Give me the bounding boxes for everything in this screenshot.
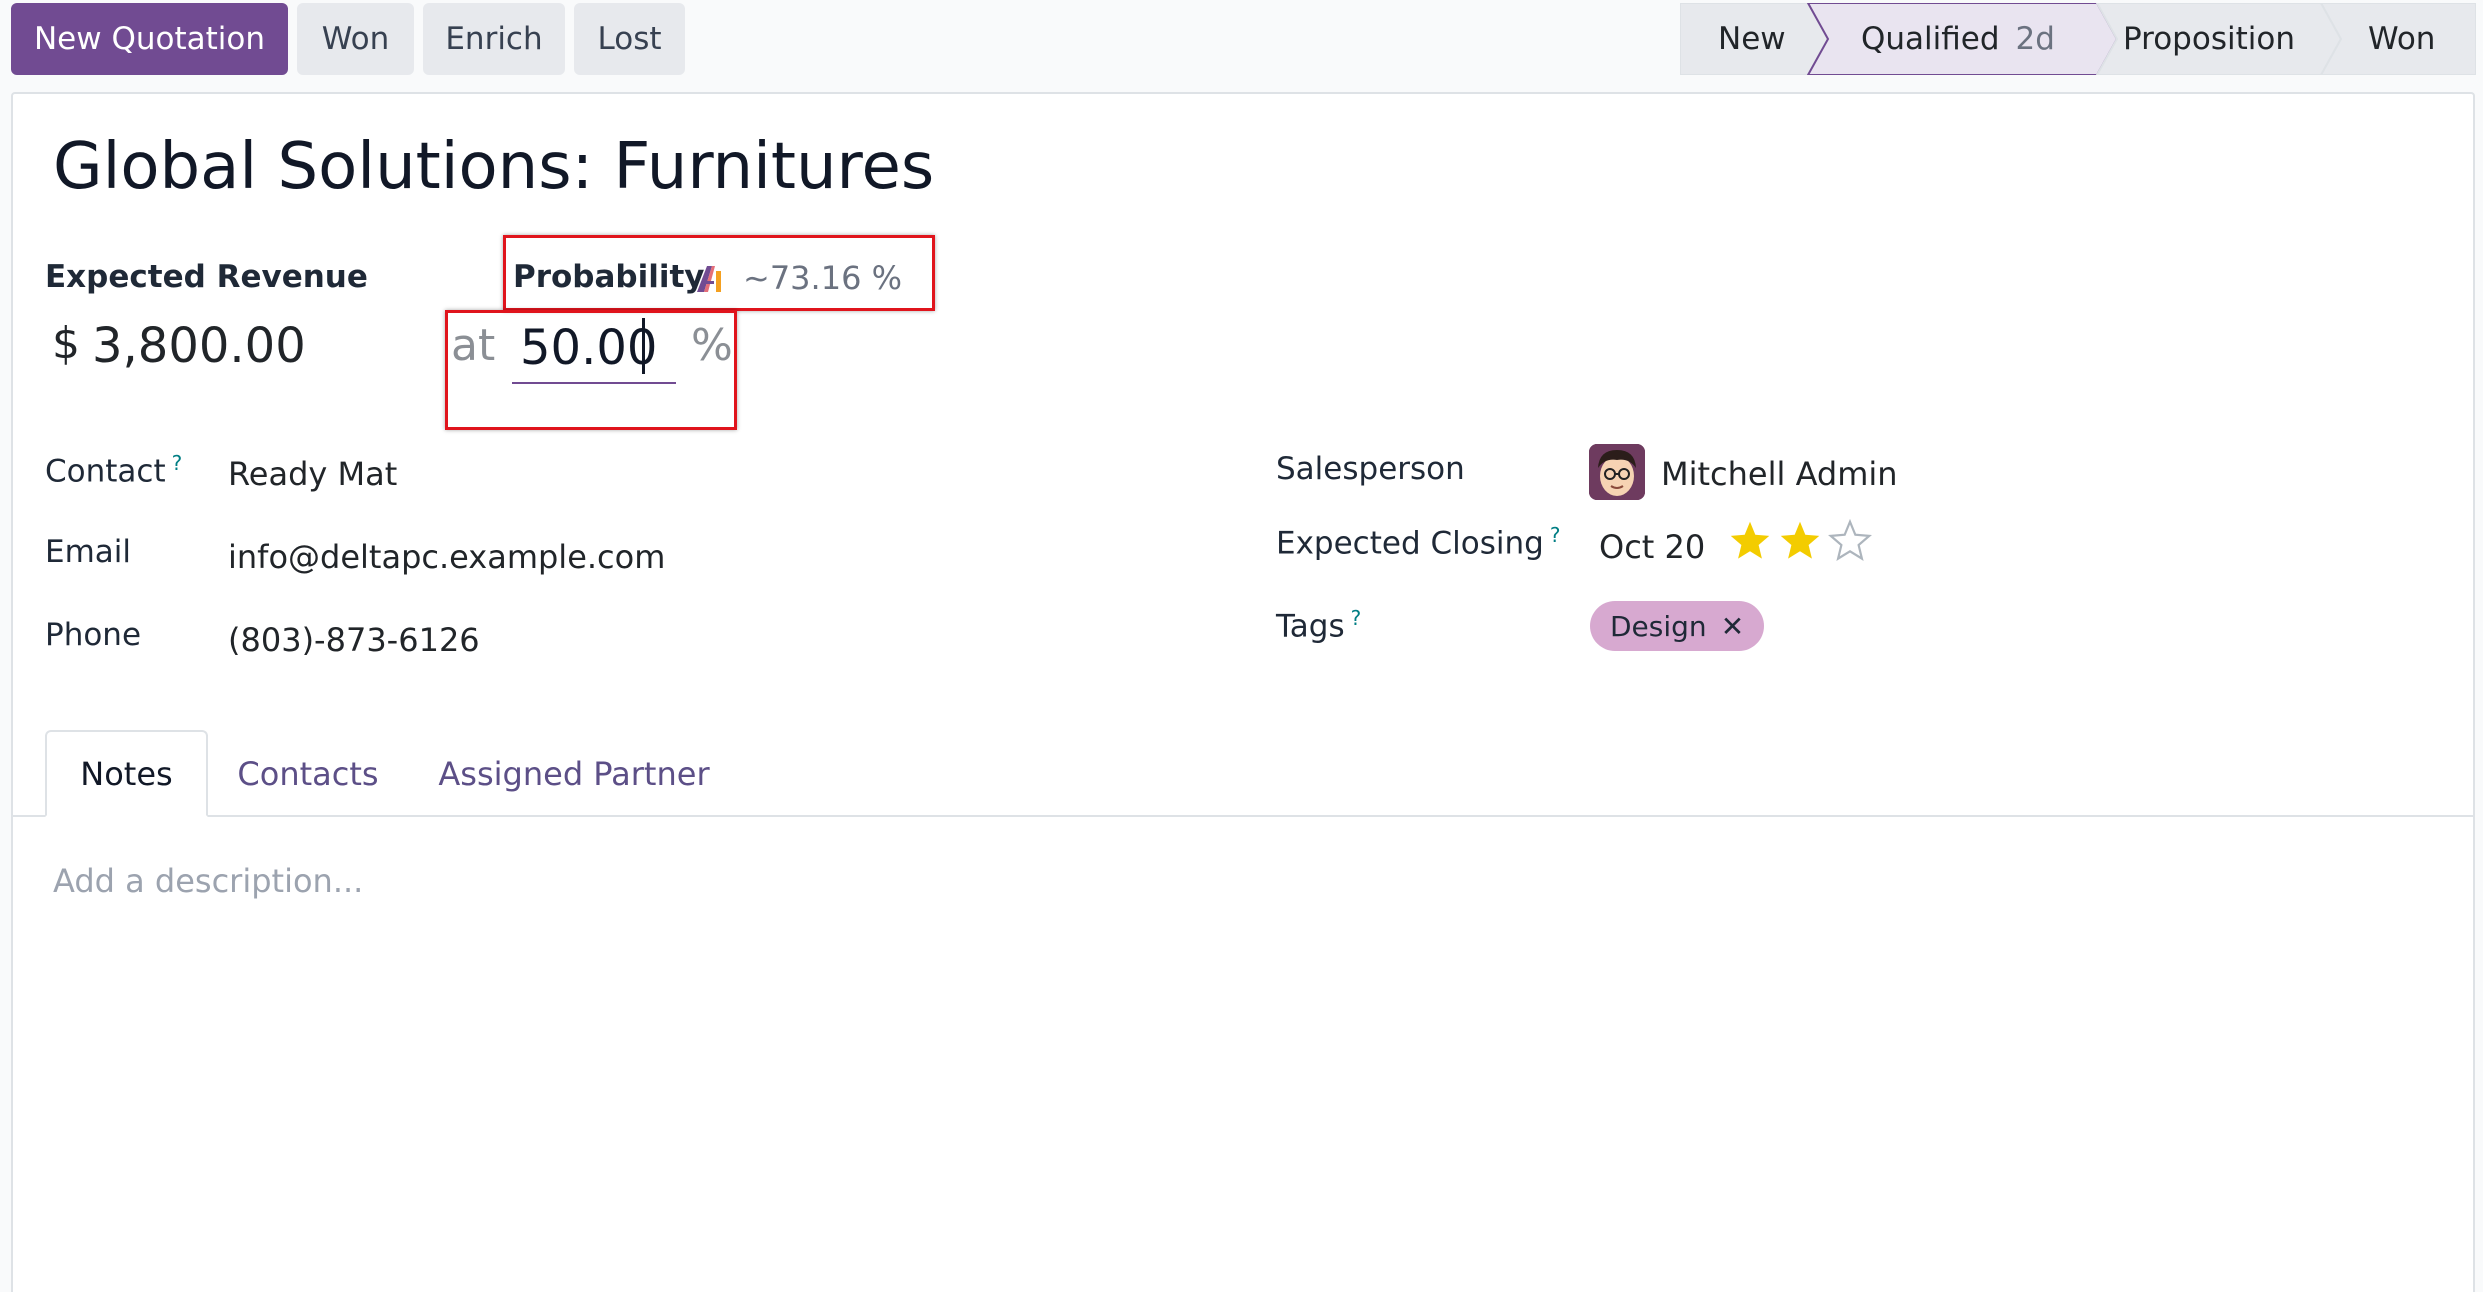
probability-label: Probability	[513, 259, 705, 295]
expected-closing-help-icon[interactable]: ?	[1550, 523, 1561, 547]
email-field[interactable]: info@deltapc.example.com	[228, 538, 665, 576]
stage-won-label: Won	[2368, 21, 2436, 57]
phone-label: Phone	[45, 617, 142, 653]
tab-notes[interactable]: Notes	[45, 730, 208, 817]
text-cursor	[642, 318, 645, 374]
enrich-button[interactable]: Enrich	[423, 3, 565, 75]
stage-proposition[interactable]: Proposition	[2123, 3, 2295, 75]
salesperson-avatar	[1589, 444, 1645, 500]
control-panel: New Quotation Won Enrich Lost New Qualif…	[0, 0, 2483, 92]
phone-field[interactable]: (803)-873-6126	[228, 621, 480, 659]
expected-closing-label-text: Expected Closing	[1276, 525, 1544, 562]
stage-qualified[interactable]: Qualified 2d	[1861, 3, 2055, 75]
ai-probability-value[interactable]: ~73.16 %	[743, 259, 902, 297]
star-filled-icon[interactable]	[1728, 519, 1772, 563]
at-label: at	[451, 320, 496, 371]
contact-label: Contact?	[45, 451, 182, 489]
stage-duration: 2d	[2015, 21, 2055, 57]
stage-statusbar: New Qualified 2d Proposition Won	[1680, 3, 2476, 75]
contact-help-icon[interactable]: ?	[172, 451, 183, 475]
ai-icon	[697, 266, 721, 292]
tags-label-text: Tags	[1276, 608, 1345, 645]
form-sheet	[11, 92, 2475, 1292]
tag-label: Design	[1610, 609, 1707, 643]
tags-label: Tags?	[1276, 606, 1361, 644]
stage-new[interactable]: New	[1718, 3, 1786, 75]
tag-remove-icon[interactable]: ✕	[1721, 610, 1744, 643]
stage-won[interactable]: Won	[2368, 3, 2435, 75]
contact-field[interactable]: Ready Mat	[228, 455, 397, 493]
currency-symbol: $	[52, 318, 80, 369]
expected-closing-field[interactable]: Oct 20	[1599, 528, 1705, 566]
contact-label-text: Contact	[45, 453, 166, 490]
salesperson-label: Salesperson	[1276, 451, 1465, 487]
stage-qualified-label: Qualified	[1861, 21, 2000, 57]
tab-assigned-partner[interactable]: Assigned Partner	[430, 730, 718, 817]
priority-widget	[1728, 519, 1872, 563]
star-filled-icon[interactable]	[1778, 519, 1822, 563]
expected-revenue-input[interactable]: 3,800.00	[92, 318, 306, 374]
lead-title[interactable]: Global Solutions: Furnitures	[53, 130, 934, 204]
salesperson-field[interactable]: Mitchell Admin	[1661, 455, 1898, 493]
tags-help-icon[interactable]: ?	[1351, 606, 1362, 630]
avatar-image	[1589, 444, 1645, 500]
tag-design[interactable]: Design ✕	[1590, 601, 1765, 651]
probability-input[interactable]	[512, 314, 676, 384]
percent-sign: %	[691, 320, 733, 371]
expected-closing-label: Expected Closing?	[1276, 523, 1560, 561]
expected-revenue-label: Expected Revenue	[45, 259, 368, 295]
new-quotation-button[interactable]: New Quotation	[11, 3, 288, 75]
tab-contacts[interactable]: Contacts	[228, 730, 388, 817]
stage-proposition-label: Proposition	[2123, 21, 2295, 57]
description-editor[interactable]: Add a description...	[53, 862, 363, 900]
star-empty-icon[interactable]	[1828, 519, 1872, 563]
statusbar-background	[1680, 3, 2476, 75]
email-label: Email	[45, 534, 132, 570]
won-button[interactable]: Won	[297, 3, 414, 75]
lost-button[interactable]: Lost	[574, 3, 685, 75]
stage-new-label: New	[1718, 21, 1786, 57]
